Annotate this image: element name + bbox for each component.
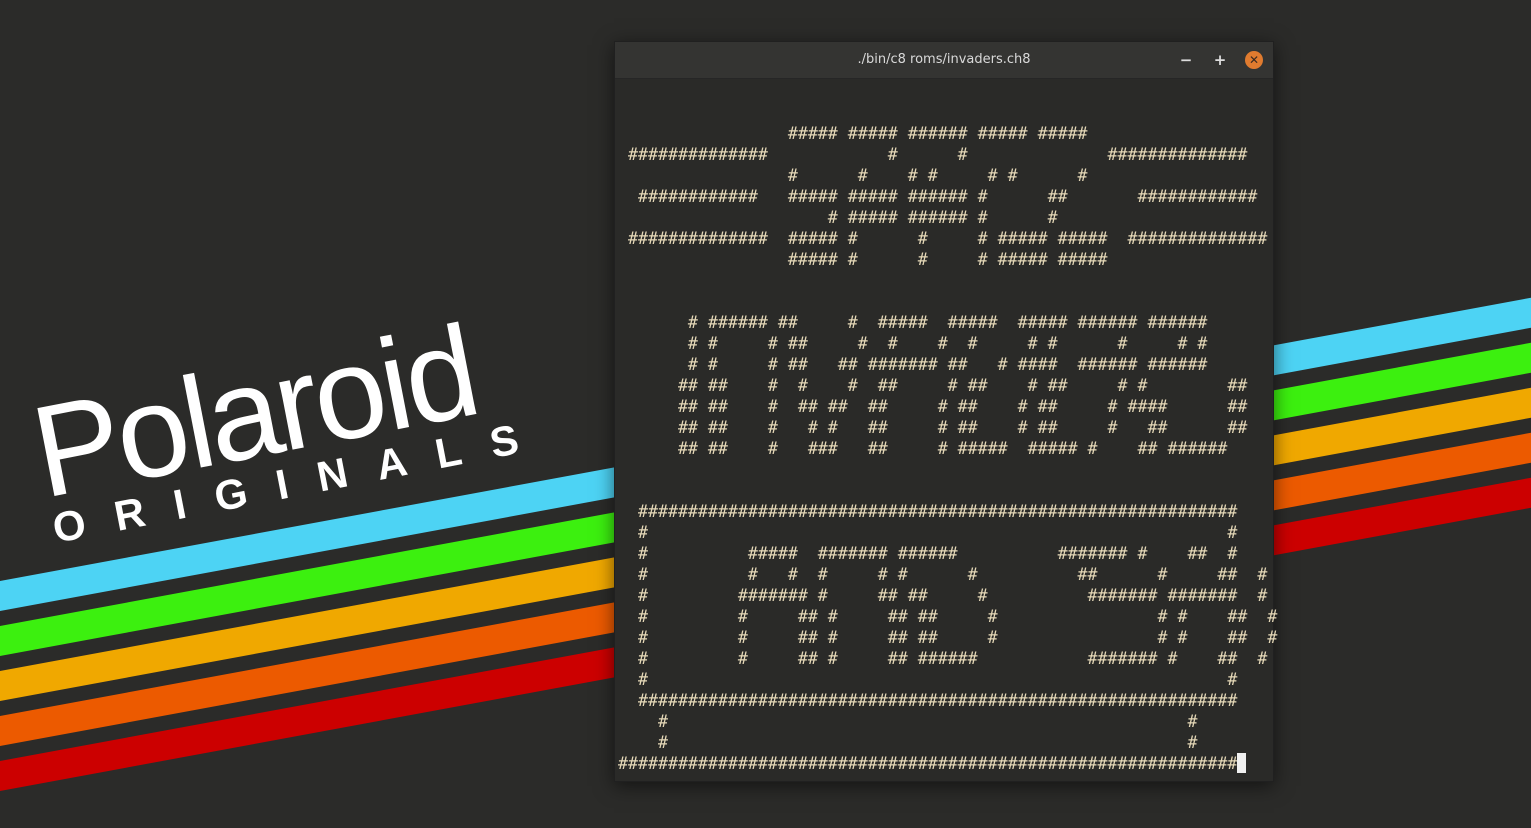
terminal-window[interactable]: ./bin/c8 roms/invaders.ch8 − + ✕ ##### #… [614,41,1277,782]
minimize-icon[interactable]: − [1177,51,1195,69]
close-icon[interactable]: ✕ [1245,51,1263,69]
title-bar[interactable]: ./bin/c8 roms/invaders.ch8 − + ✕ [615,42,1273,79]
maximize-icon[interactable]: + [1211,51,1229,69]
terminal-output[interactable]: ##### ##### ###### ##### ##### #########… [618,102,1277,774]
window-title: ./bin/c8 roms/invaders.ch8 [857,52,1031,67]
terminal-cursor [1237,753,1247,773]
